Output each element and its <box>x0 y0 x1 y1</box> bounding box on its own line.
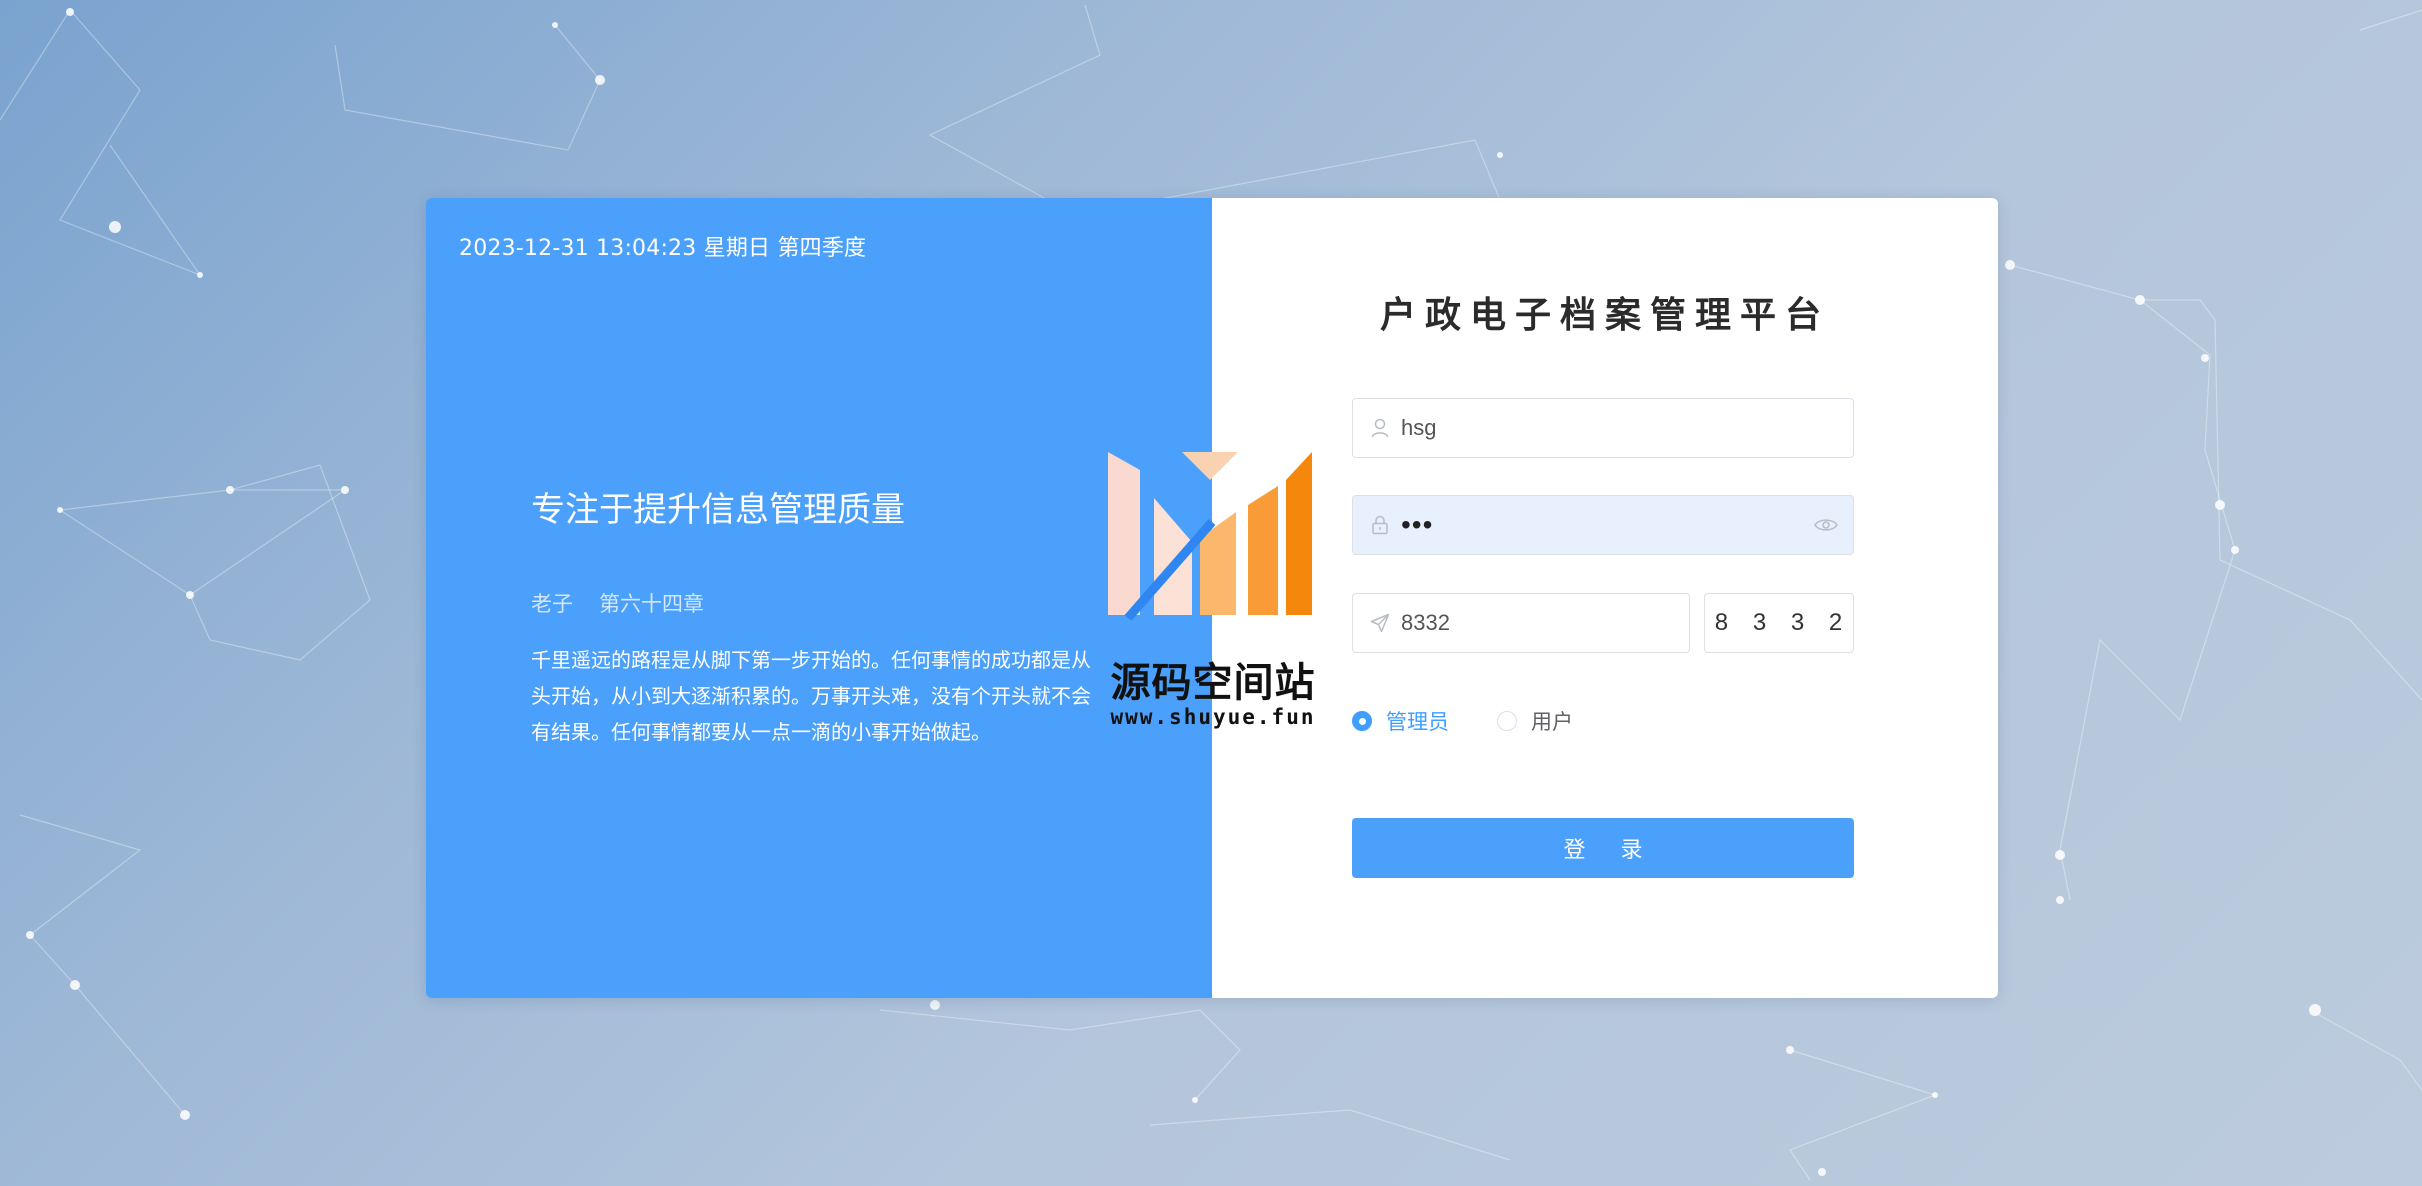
captcha-image[interactable]: 8 3 3 2 <box>1704 593 1854 653</box>
system-title: 户政电子档案管理平台 <box>1379 295 1830 336</box>
role-selector: 管理员 用户 <box>1352 706 1573 736</box>
quote-author: 老子 <box>531 592 573 616</box>
motto-heading: 专注于提升信息管理质量 <box>531 490 905 530</box>
role-option-user[interactable]: 用户 <box>1497 706 1573 736</box>
send-icon <box>1369 612 1391 634</box>
intro-panel: 2023-12-31 13:04:23 星期日 第四季度 专注于提升信息管理质量… <box>426 198 1212 998</box>
user-icon <box>1369 417 1391 439</box>
role-option-admin[interactable]: 管理员 <box>1352 706 1449 736</box>
watermark-logo <box>1108 452 1312 620</box>
lock-icon <box>1369 514 1391 536</box>
watermark: 源码空间站 www.shuyue.fun <box>1098 450 1328 740</box>
password-field <box>1352 495 1854 555</box>
watermark-url: www.shuyue.fun <box>1110 705 1316 729</box>
radio-checked-icon[interactable] <box>1352 711 1372 731</box>
datetime-display: 2023-12-31 13:04:23 星期日 第四季度 <box>459 236 867 261</box>
quote-text: 千里遥远的路程是从脚下第一步开始的。任何事情的成功都是从头开始，从小到大逐渐积累… <box>531 648 1091 744</box>
quote-chapter: 第六十四章 <box>599 592 704 616</box>
watermark-name: 源码空间站 <box>1110 660 1316 706</box>
username-field <box>1352 398 1854 458</box>
radio-unchecked-icon[interactable] <box>1497 711 1517 731</box>
username-input[interactable] <box>1401 399 1853 457</box>
login-button[interactable]: 登 录 <box>1352 818 1854 878</box>
role-label-admin: 管理员 <box>1386 710 1449 734</box>
captcha-input[interactable] <box>1401 594 1689 652</box>
eye-icon[interactable] <box>1813 514 1839 536</box>
password-input[interactable] <box>1401 496 1813 554</box>
login-panel: 户政电子档案管理平台 8 3 3 2 管 <box>1212 198 1998 998</box>
captcha-field <box>1352 593 1690 653</box>
quote-source: 老子 第六十四章 <box>531 588 704 618</box>
role-label-user: 用户 <box>1531 710 1573 734</box>
